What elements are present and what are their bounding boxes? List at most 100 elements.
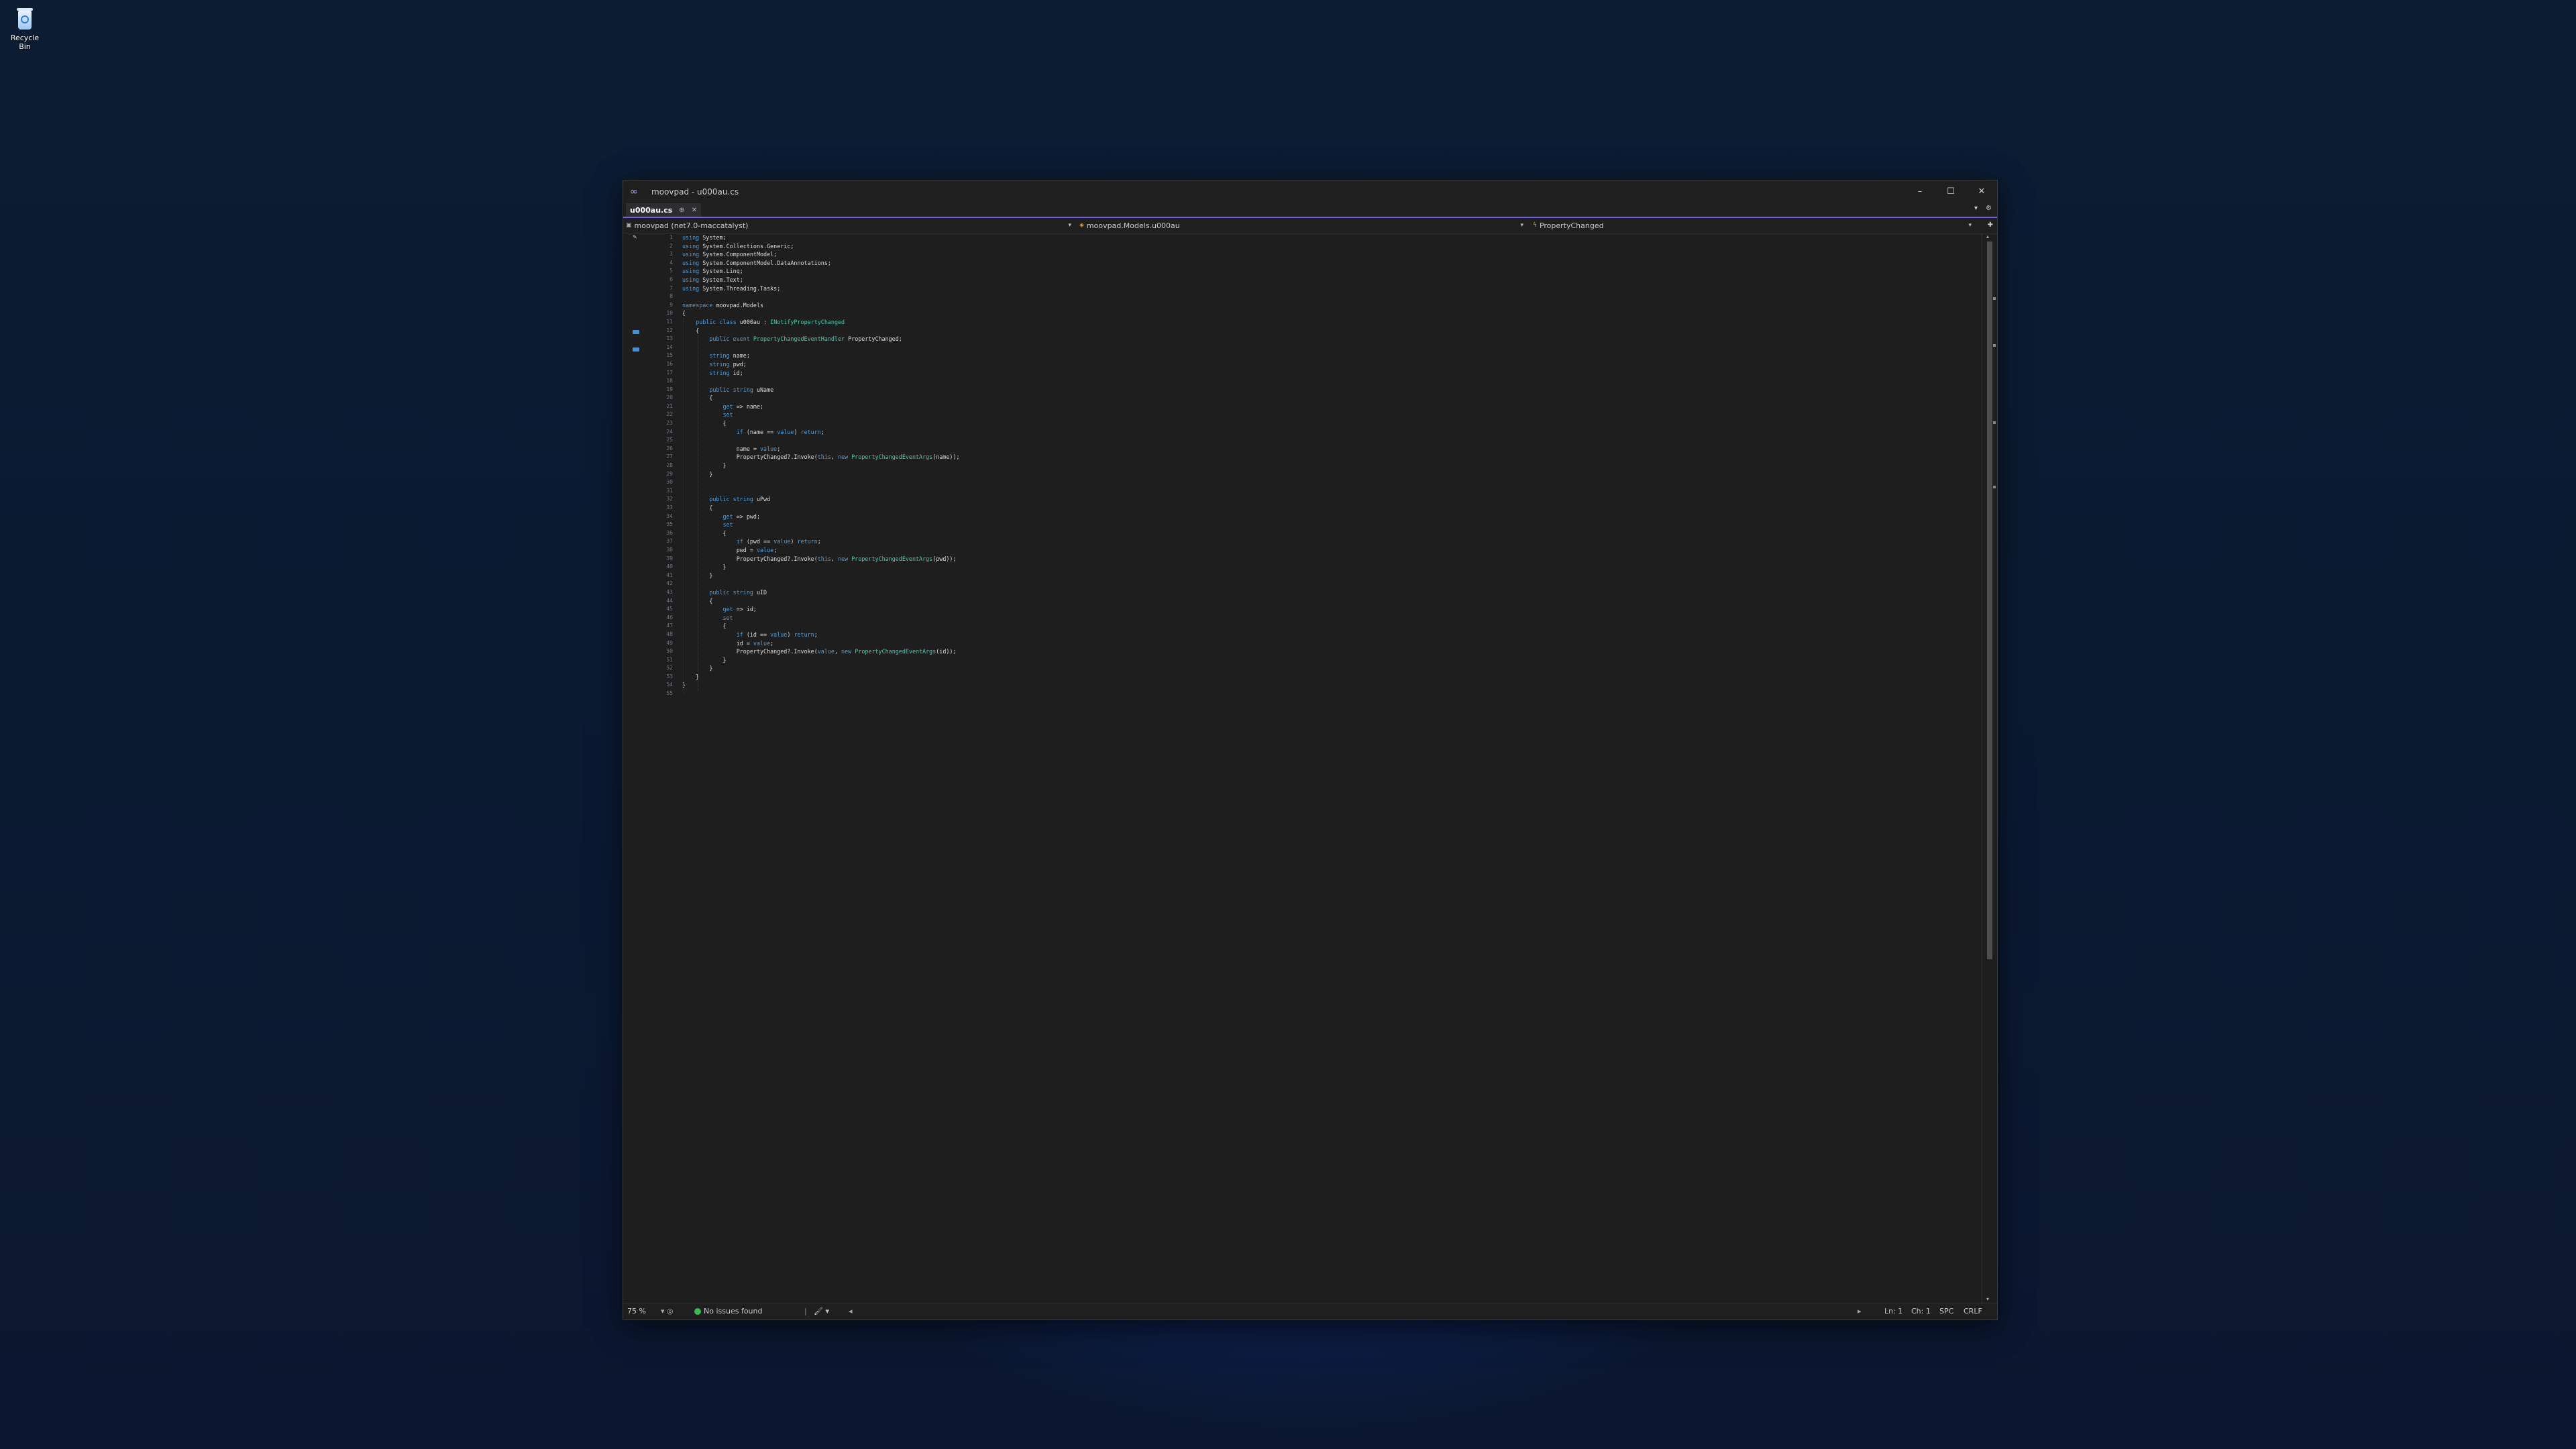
code-line[interactable]: using System.Text; [682,276,960,284]
code-line[interactable]: set [682,521,960,529]
member-dropdown[interactable]: ϟ PropertyChanged ▾ [1533,218,1976,233]
code-line[interactable] [682,377,960,386]
code-line[interactable]: } [682,470,960,479]
scroll-up-icon[interactable]: ▴ [1986,233,1989,239]
chevron-down-icon: ▾ [1068,222,1071,229]
code-line[interactable]: using System.ComponentModel.DataAnnotati… [682,259,960,268]
code-line[interactable]: set [682,614,960,623]
line-number: 49 [666,639,673,646]
code-line[interactable]: { [682,529,960,538]
code-line[interactable]: PropertyChanged?.Invoke(this, new Proper… [682,555,960,564]
lightbulb-icon[interactable]: ✎ [633,234,637,240]
code-line[interactable]: { [682,504,960,513]
line-number: 3 [669,251,673,258]
code-line[interactable]: } [682,664,960,673]
code-line[interactable]: using System.Linq; [682,267,960,276]
title-bar[interactable]: ∞ moovpad - u000au.cs – ☐ ✕ [623,180,1997,203]
code-line[interactable] [682,478,960,487]
code-line[interactable]: get => pwd; [682,513,960,521]
code-line[interactable]: } [682,681,960,690]
code-line[interactable]: } [682,656,960,665]
scroll-left-icon[interactable]: ◂ [849,1303,853,1320]
code-line[interactable]: public event PropertyChangedEventHandler… [682,335,960,343]
code-line[interactable]: { [682,622,960,631]
line-number: 9 [669,301,673,308]
code-line[interactable] [682,690,960,698]
code-editor[interactable]: ✎ 1 2 3 4 5 6 7 8 9 10 11 12 13 14 15 16 17 18 19 20 21 22 23 2… [623,233,1982,1303]
pin-icon[interactable]: ⊕ [679,207,684,214]
code-line[interactable]: using System; [682,233,960,242]
code-line[interactable]: public string uPwd [682,495,960,504]
code-line[interactable] [682,580,960,588]
implementation-marker-icon[interactable] [633,347,639,352]
spacing-mode[interactable]: SPC [1939,1303,1953,1320]
code-line[interactable]: string id; [682,369,960,378]
code-line[interactable]: id = value; [682,639,960,648]
code-line[interactable] [682,487,960,496]
close-button[interactable]: ✕ [1966,180,1997,203]
scrollbar-thumb[interactable] [1987,241,1992,959]
implementation-marker-icon[interactable] [633,330,639,334]
char-position[interactable]: Ch: 1 [1911,1303,1931,1320]
code-line[interactable]: pwd = value; [682,546,960,555]
vertical-scrollbar[interactable]: ▴ ▾ [1982,233,1997,1303]
code-text[interactable]: using System; using System.Collections.Ge… [682,233,960,698]
code-line[interactable]: string name; [682,352,960,360]
code-line[interactable]: } [682,572,960,580]
line-number: 50 [666,648,673,655]
code-cleanup-icon[interactable]: 🖌 ▾ [814,1303,829,1320]
scroll-right-icon[interactable]: ▸ [1858,1303,1862,1320]
code-line[interactable]: PropertyChanged?.Invoke(value, new Prope… [682,647,960,656]
code-line[interactable]: if (pwd == value) return; [682,537,960,546]
code-line[interactable]: { [682,419,960,428]
code-line[interactable]: { [682,394,960,402]
code-line[interactable]: get => id; [682,605,960,614]
code-line[interactable]: { [682,309,960,318]
code-line[interactable]: PropertyChanged?.Invoke(this, new Proper… [682,453,960,462]
issues-indicator[interactable]: No issues found [694,1303,762,1320]
minimize-button[interactable]: – [1904,180,1935,203]
type-dropdown[interactable]: ◈ moovpad.Models.u000au ▾ [1079,218,1527,233]
project-dropdown[interactable]: ▣ moovpad (net7.0-maccatalyst) ▾ [626,218,1075,233]
code-line[interactable]: set [682,411,960,419]
code-line[interactable] [682,292,960,301]
tab-list-dropdown-icon[interactable]: ▾ [1974,205,1978,212]
scroll-down-icon[interactable]: ▾ [1986,1296,1989,1302]
code-line[interactable]: { [682,327,960,335]
split-editor-icon[interactable]: ✚ [1988,218,1993,233]
maximize-button[interactable]: ☐ [1935,180,1966,203]
code-line[interactable]: name = value; [682,445,960,453]
code-line[interactable]: } [682,462,960,470]
tab-label: u000au.cs [630,205,673,215]
code-line[interactable]: if (name == value) return; [682,428,960,437]
code-line[interactable]: using System.Threading.Tasks; [682,284,960,293]
recycle-bin-desktop-icon[interactable]: Recycle Bin [5,5,44,51]
code-line[interactable]: using System.ComponentModel; [682,250,960,259]
line-position[interactable]: Ln: 1 [1884,1303,1902,1320]
code-line[interactable]: public class u000au : INotifyPropertyCha… [682,318,960,327]
code-line[interactable]: } [682,673,960,682]
code-line[interactable]: } [682,563,960,572]
line-number: 44 [666,597,673,604]
code-line[interactable]: { [682,597,960,606]
settings-gear-icon[interactable]: ⚙ [1986,205,1992,212]
code-line[interactable]: using System.Collections.Generic; [682,242,960,251]
line-number: 38 [666,546,673,553]
line-number: 47 [666,623,673,629]
tab-close-icon[interactable]: ✕ [692,207,697,214]
code-line[interactable]: get => name; [682,402,960,411]
zoom-level[interactable]: 75 % [627,1303,646,1320]
zoom-dropdown-icon[interactable]: ▾ ◎ [661,1303,674,1320]
code-line[interactable]: public string uName [682,386,960,394]
code-line[interactable]: if (id == value) return; [682,631,960,639]
code-line[interactable]: namespace moovpad.Models [682,301,960,310]
line-number: 24 [666,428,673,435]
code-line[interactable]: string pwd; [682,360,960,369]
line-number: 16 [666,360,673,367]
line-endings[interactable]: CRLF [1964,1303,1982,1320]
code-line[interactable] [682,343,960,352]
line-number: 5 [669,268,673,274]
tab-u000au-cs[interactable]: u000au.cs ⊕ ✕ [626,203,702,217]
code-line[interactable]: public string uID [682,588,960,597]
code-line[interactable] [682,436,960,445]
